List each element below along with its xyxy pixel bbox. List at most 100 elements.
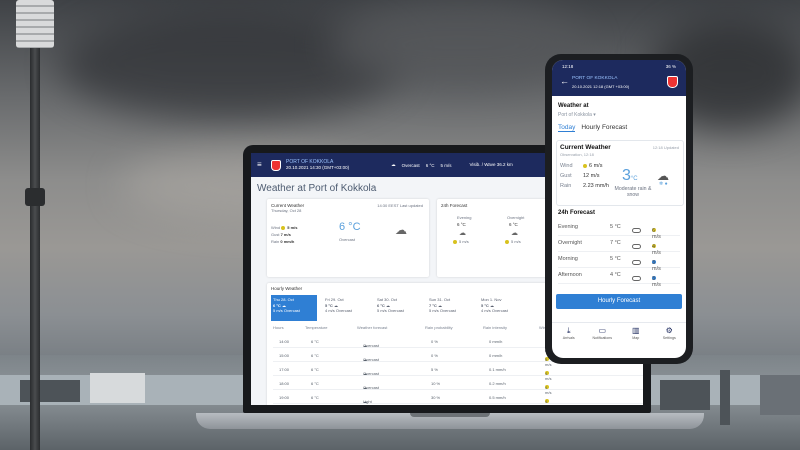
raindrop-icon: ❄ ● [659, 181, 668, 187]
cloud-icon: ☁ [281, 302, 286, 308]
hourly-heading: Hourly Weather [271, 286, 303, 291]
cloud-icon: ☁ [489, 302, 494, 308]
cloud-icon: ☁ [333, 302, 338, 308]
table-row: 19:006 °C☁ Light rain30 %0.5 mm/h4 m/s [273, 391, 643, 405]
col-rain-intensity: Rain intensity [483, 325, 508, 330]
gear-icon: ⚙ [665, 326, 673, 335]
weather-sensor [16, 0, 54, 48]
cloud-icon: ☁ [395, 223, 407, 237]
current-summary: ☁ Overcast 6 °C 5 m/s [391, 162, 451, 168]
day-cell[interactable]: Sat 30. Oct 6 °C ☁ 5 m/s Overcast [375, 295, 421, 321]
phone-header: 12:18 36 % ← PORT OF KOKKOLA 20.10.2021 … [552, 60, 686, 96]
col-forecast: Weather forecast [357, 325, 388, 330]
last-updated: 12:18 Updated [652, 145, 679, 150]
cloud-icon: ☁ [437, 302, 442, 308]
port-select[interactable]: Port of Kokkola ▾ [558, 112, 596, 118]
tab-hourly-forecast[interactable]: Hourly Forecast [581, 124, 627, 132]
status-bar: 12:18 36 % [562, 64, 676, 69]
forecast-overnight-wind: 5 m/s [505, 239, 521, 245]
day-cell[interactable]: Sun 31. Oct 7 °C ☁ 5 m/s Overcast [427, 295, 473, 321]
forecast-evening-wind: 5 m/s [453, 239, 469, 245]
current-temp: 3°C [622, 167, 638, 184]
tab-today[interactable]: Today [558, 124, 576, 132]
tab-bar: Today Hourly Forecast [558, 124, 627, 132]
table-row: 17:00 6 °C ☁ Overcast 5 % 0.1 mm/h 4 m/s [273, 363, 643, 381]
summary-wind: 5 m/s [440, 162, 452, 168]
summary-condition: Overcast [401, 162, 420, 168]
forecast-heading: 24h Forecast [441, 203, 468, 208]
laptop-notch [410, 413, 490, 417]
cloud-icon: ☁ [511, 230, 518, 237]
day-cell[interactable]: Mon 1. Nov 5 °C ☁ 4 m/s Overcast [479, 295, 525, 321]
port-time: 20.10.2021 14:30 (GMT+03:00) [286, 165, 350, 170]
forecast-evening-temp: 6 °C [457, 222, 466, 227]
download-icon: ⤓ [566, 326, 571, 335]
current-sub: Observation, 12:18 [560, 152, 594, 157]
chat-icon: ▭ [598, 326, 607, 335]
current-heading: Current Weather [560, 144, 611, 151]
table-row: 18:00 6 °C ☁ Overcast 10 % 0.2 mm/h 4 m/s [273, 377, 643, 395]
wind-value: 6 m/s [583, 163, 602, 169]
visibility-label: Visib. / Wave [469, 162, 496, 167]
col-rain-prob: Rain probability [425, 325, 453, 330]
chevron-down-icon: ▾ [593, 112, 596, 118]
gust-label: Gust [560, 173, 572, 179]
nav-arrivals[interactable]: ⤓ Arrivals [552, 323, 586, 353]
cloud-icon: ☁ [391, 162, 396, 167]
rain-value: 2.23 mm/h [583, 183, 609, 189]
forecast-evening-label: Evening [457, 215, 472, 220]
current-weather-card: Current Weather Observation, 12:18 12:18… [556, 140, 684, 206]
summary-temp: 6 °C [425, 162, 435, 168]
current-condition: Moderate rain & snow [614, 186, 652, 198]
col-temperature: Temperature [305, 325, 328, 330]
phone: 12:18 36 % ← PORT OF KOKKOLA 20.10.2021 … [545, 54, 693, 364]
port-time: 20.10.2021 12:18 (GMT +03:00) [572, 84, 630, 89]
cloud-icon [632, 276, 641, 281]
port-name: PORT OF KOKKOLA [572, 76, 618, 81]
current-weather-card: Current Weather Thursday, Oct 28 14:30 E… [267, 199, 429, 277]
cloud-icon [632, 228, 641, 233]
forecast-overnight-label: Overnight [507, 215, 525, 220]
wind-row: Wind 5 m/s [271, 225, 298, 230]
gust-value: 12 m/s [583, 173, 600, 179]
wind-label: Wind [560, 163, 573, 169]
cloud-icon: ☁ [385, 302, 390, 308]
nav-settings[interactable]: ⚙ Settings [653, 323, 687, 353]
phone-screen: 12:18 36 % ← PORT OF KOKKOLA 20.10.2021 … [552, 60, 686, 358]
cloud-icon: ☁ [459, 230, 466, 237]
visibility: Visib. / Wave 36.2 km [470, 162, 513, 168]
bottom-nav: ⤓ Arrivals ▭ Notifications ▥ Map ⚙ Settings [552, 322, 686, 353]
current-temp: 6 °C [339, 221, 361, 233]
port-info[interactable]: PORT OF KOKKOLA 20.10.2021 14:30 (GMT+03… [286, 159, 349, 171]
forecast-row: Afternoon 4 °C 3 m/s [558, 268, 680, 288]
forecast-row: Morning 5 °C 3 m/s [558, 252, 680, 272]
weather-mast [30, 0, 40, 450]
rain-label: Rain [560, 183, 572, 189]
cloud-icon [632, 244, 641, 249]
day-cell[interactable]: Thu 28. Oct 6 °C ☁ 5 m/s Overcast [271, 295, 317, 321]
hourly-forecast-button[interactable]: Hourly Forecast [556, 294, 682, 309]
port-crest-icon [271, 159, 281, 171]
last-updated: 14:30 EEST Last updated [377, 203, 423, 208]
forecast-heading: 24h Forecast [558, 210, 596, 216]
col-hours: Hours [273, 325, 284, 330]
current-condition: Overcast [339, 237, 356, 242]
forecast-24h-card: 24h Forecast Evening 6 °C ☁ 5 m/s Overni… [437, 199, 553, 277]
status-battery: 36 % [665, 64, 676, 69]
forecast-overnight-temp: 6 °C [509, 222, 518, 227]
nav-map[interactable]: ▥ Map [619, 323, 653, 353]
current-date: Thursday, Oct 28 [271, 208, 302, 213]
menu-icon[interactable]: ≡ [257, 161, 265, 169]
weather-at-label: Weather at [558, 103, 589, 109]
mast-joint [25, 188, 45, 206]
day-cell[interactable]: Fri 29. Oct 5 °C ☁ 4 m/s Overcast [323, 295, 369, 321]
forecast-row: Overnight 7 °C 4 m/s [558, 236, 680, 256]
gust-row: Gust 7 m/s [271, 232, 291, 237]
back-arrow-icon[interactable]: ← [560, 77, 569, 86]
status-time: 12:18 [562, 64, 574, 69]
nav-notifications[interactable]: ▭ Notifications [586, 323, 620, 353]
map-icon: ▥ [631, 326, 640, 335]
visibility-value: 36.2 km [496, 162, 513, 167]
cloud-icon [632, 260, 641, 265]
port-crest-icon [667, 76, 678, 88]
